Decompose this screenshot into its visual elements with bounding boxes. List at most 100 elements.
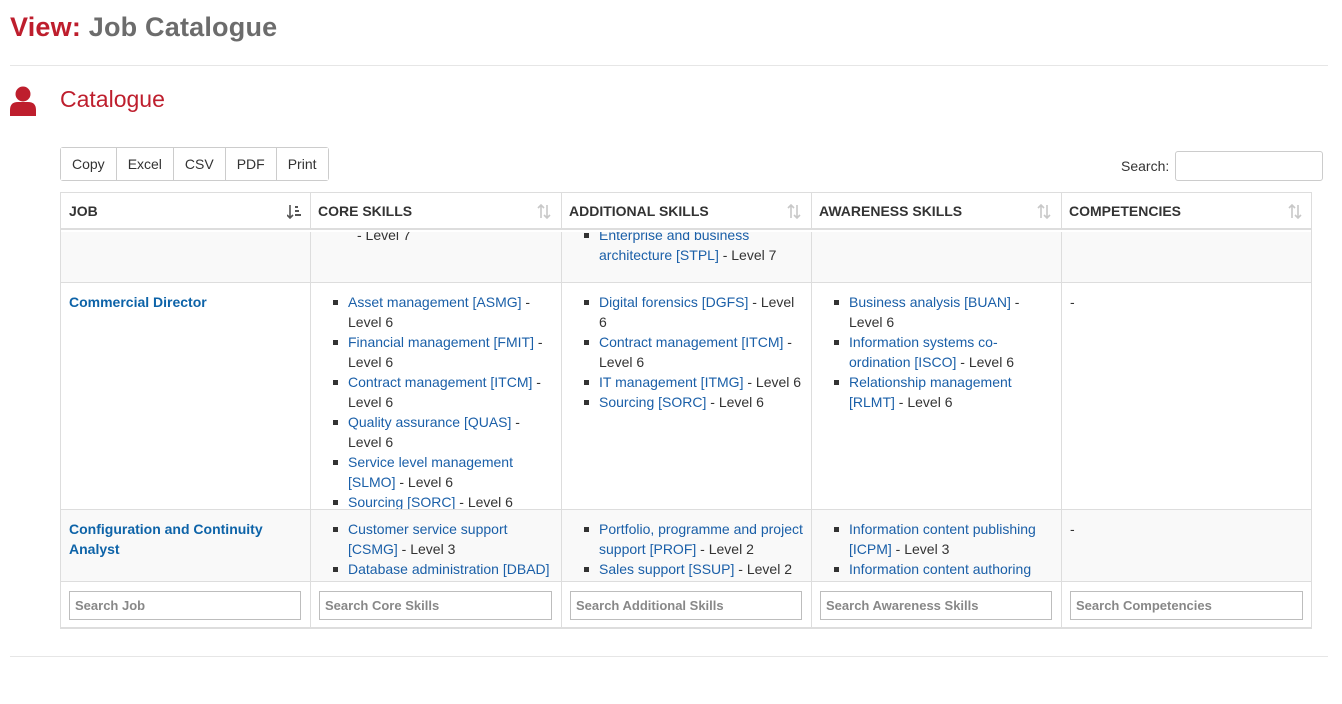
csv-button[interactable]: CSV xyxy=(173,148,226,180)
th-job-label: JOB xyxy=(69,203,98,219)
skill-item: Relationship management [RLMT] - Level 6 xyxy=(831,372,1055,412)
skill-item: Business analysis [BUAN] - Level 6 xyxy=(831,292,1055,332)
column-divider xyxy=(310,232,311,581)
skill-level: - Level 7 xyxy=(718,247,777,263)
core-skills-cell: Customer service support [CSMG] - Level … xyxy=(330,519,552,581)
competencies-cell: - xyxy=(1070,292,1300,312)
job-link[interactable]: Commercial Director xyxy=(69,294,207,310)
th-awareness-label: AWARENESS SKILLS xyxy=(819,203,963,219)
table-footer-filters xyxy=(61,581,1311,627)
search-label: Search: xyxy=(1121,158,1170,174)
skill-level: - Level 7 xyxy=(357,232,411,243)
table-search: Search: xyxy=(1121,151,1324,181)
skill-link[interactable]: Business analysis [BUAN] xyxy=(849,294,1011,310)
column-divider xyxy=(310,193,311,230)
th-competencies-label: COMPETENCIES xyxy=(1069,203,1182,219)
column-divider xyxy=(811,582,812,627)
search-input[interactable] xyxy=(1175,151,1324,181)
table-row: Configuration and Continuity Analyst Cus… xyxy=(61,509,1311,581)
skill-item: Information content publishing [ICPM] - … xyxy=(831,519,1055,559)
copy-button[interactable]: Copy xyxy=(61,148,117,180)
search-additional-skills-input[interactable] xyxy=(570,591,802,620)
skill-link[interactable]: Information content authoring xyxy=(849,561,1031,577)
job-link[interactable]: Configuration and Continuity Analyst xyxy=(69,521,263,557)
th-additional-skills[interactable]: ADDITIONAL SKILLS xyxy=(561,193,811,230)
skill-item: Contract management [ITCM] - Level 6 xyxy=(330,372,552,412)
additional-skills-cell: Portfolio, programme and project support… xyxy=(581,519,803,579)
th-core-label: CORE SKILLS xyxy=(318,203,413,219)
page-header: View: Job Catalogue xyxy=(10,12,277,43)
search-core-skills-input[interactable] xyxy=(319,591,552,620)
pdf-button[interactable]: PDF xyxy=(225,148,277,180)
th-job[interactable]: JOB xyxy=(61,193,310,230)
column-divider xyxy=(561,193,562,230)
skill-level: - Level 6 xyxy=(743,374,802,390)
core-skills-cell: Asset management [ASMG] - Level 6 Financ… xyxy=(330,292,552,512)
core-skills-cell: - Level 7 xyxy=(319,232,557,245)
th-core-skills[interactable]: CORE SKILLS xyxy=(310,193,561,230)
skill-link[interactable]: Quality assurance [QUAS] xyxy=(348,414,511,430)
excel-button[interactable]: Excel xyxy=(116,148,174,180)
table-row: Commercial Director Asset management [AS… xyxy=(61,282,1311,512)
skill-level: - Level 3 xyxy=(397,541,456,557)
skill-level: - Level 6 xyxy=(395,474,454,490)
section-title: Catalogue xyxy=(60,86,165,112)
skill-item: Service level management [SLMO] - Level … xyxy=(330,452,552,492)
column-divider xyxy=(1061,193,1062,230)
skill-level: - Level 6 xyxy=(894,394,953,410)
awareness-skills-cell: Business analysis [BUAN] - Level 6 Infor… xyxy=(831,292,1055,412)
skill-link[interactable]: Sourcing [SORC] xyxy=(599,394,706,410)
additional-skills-cell: Digital forensics [DGFS] - Level 6 Contr… xyxy=(581,292,803,412)
sort-both-icon xyxy=(1288,204,1302,219)
awareness-skills-cell: Information content publishing [ICPM] - … xyxy=(831,519,1055,579)
column-divider xyxy=(1061,582,1062,627)
sort-both-icon xyxy=(1037,204,1051,219)
skill-item: Digital forensics [DGFS] - Level 6 xyxy=(581,292,803,332)
skill-link[interactable]: IT management [ITMG] xyxy=(599,374,743,390)
skill-item: Enterprise and business architecture [ST… xyxy=(581,232,803,265)
skill-item: Information content authoring xyxy=(831,559,1055,579)
skill-link[interactable]: Contract management [ITCM] xyxy=(599,334,783,350)
skill-link[interactable]: Sales support [SSUP] xyxy=(599,561,734,577)
skill-item: Contract management [ITCM] - Level 6 xyxy=(581,332,803,372)
search-awareness-skills-input[interactable] xyxy=(820,591,1052,620)
job-cell: Commercial Director xyxy=(69,292,305,312)
footer-divider xyxy=(10,656,1328,657)
skill-item: Portfolio, programme and project support… xyxy=(581,519,803,559)
skill-level: - Level 6 xyxy=(455,494,513,510)
search-competencies-input[interactable] xyxy=(1070,591,1303,620)
th-additional-label: ADDITIONAL SKILLS xyxy=(569,203,709,219)
skill-link[interactable]: Contract management [ITCM] xyxy=(348,374,532,390)
skill-link[interactable]: Database administration [DBAD] xyxy=(348,561,550,577)
print-button[interactable]: Print xyxy=(276,148,328,180)
th-competencies[interactable]: COMPETENCIES xyxy=(1061,193,1311,230)
skill-item: Database administration [DBAD] - xyxy=(330,559,552,581)
column-divider xyxy=(561,232,562,581)
user-icon xyxy=(10,86,36,116)
skill-link[interactable]: Asset management [ASMG] xyxy=(348,294,522,310)
skill-item: Quality assurance [QUAS] - Level 6 xyxy=(330,412,552,452)
sort-both-icon xyxy=(787,204,801,219)
job-cell: Configuration and Continuity Analyst xyxy=(69,519,305,559)
sort-asc-icon xyxy=(287,205,301,219)
column-divider xyxy=(811,193,812,230)
th-awareness-skills[interactable]: AWARENESS SKILLS xyxy=(811,193,1061,230)
skill-item: Customer service support [CSMG] - Level … xyxy=(330,519,552,559)
skill-item: Sourcing [SORC] - Level 6 xyxy=(581,392,803,412)
skill-level: - Level 3 xyxy=(891,541,950,557)
search-job-input[interactable] xyxy=(69,591,301,620)
column-divider xyxy=(310,582,311,627)
skill-level: - Level 6 xyxy=(956,354,1014,370)
skill-link[interactable]: Financial management [FMIT] xyxy=(348,334,534,350)
header-divider xyxy=(10,65,1328,66)
page-title: Job Catalogue xyxy=(88,12,278,42)
page-header-prefix: View: xyxy=(10,12,82,42)
skill-item: Information systems co-ordination [ISCO]… xyxy=(831,332,1055,372)
skill-link[interactable]: Digital forensics [DGFS] xyxy=(599,294,748,310)
competencies-value: - xyxy=(1070,521,1075,537)
skill-item: Financial management [FMIT] - Level 6 xyxy=(330,332,552,372)
skill-link[interactable]: Sourcing [SORC] xyxy=(348,494,455,510)
competencies-cell: - xyxy=(1070,519,1300,539)
column-divider xyxy=(561,582,562,627)
skill-item: IT management [ITMG] - Level 6 xyxy=(581,372,803,392)
